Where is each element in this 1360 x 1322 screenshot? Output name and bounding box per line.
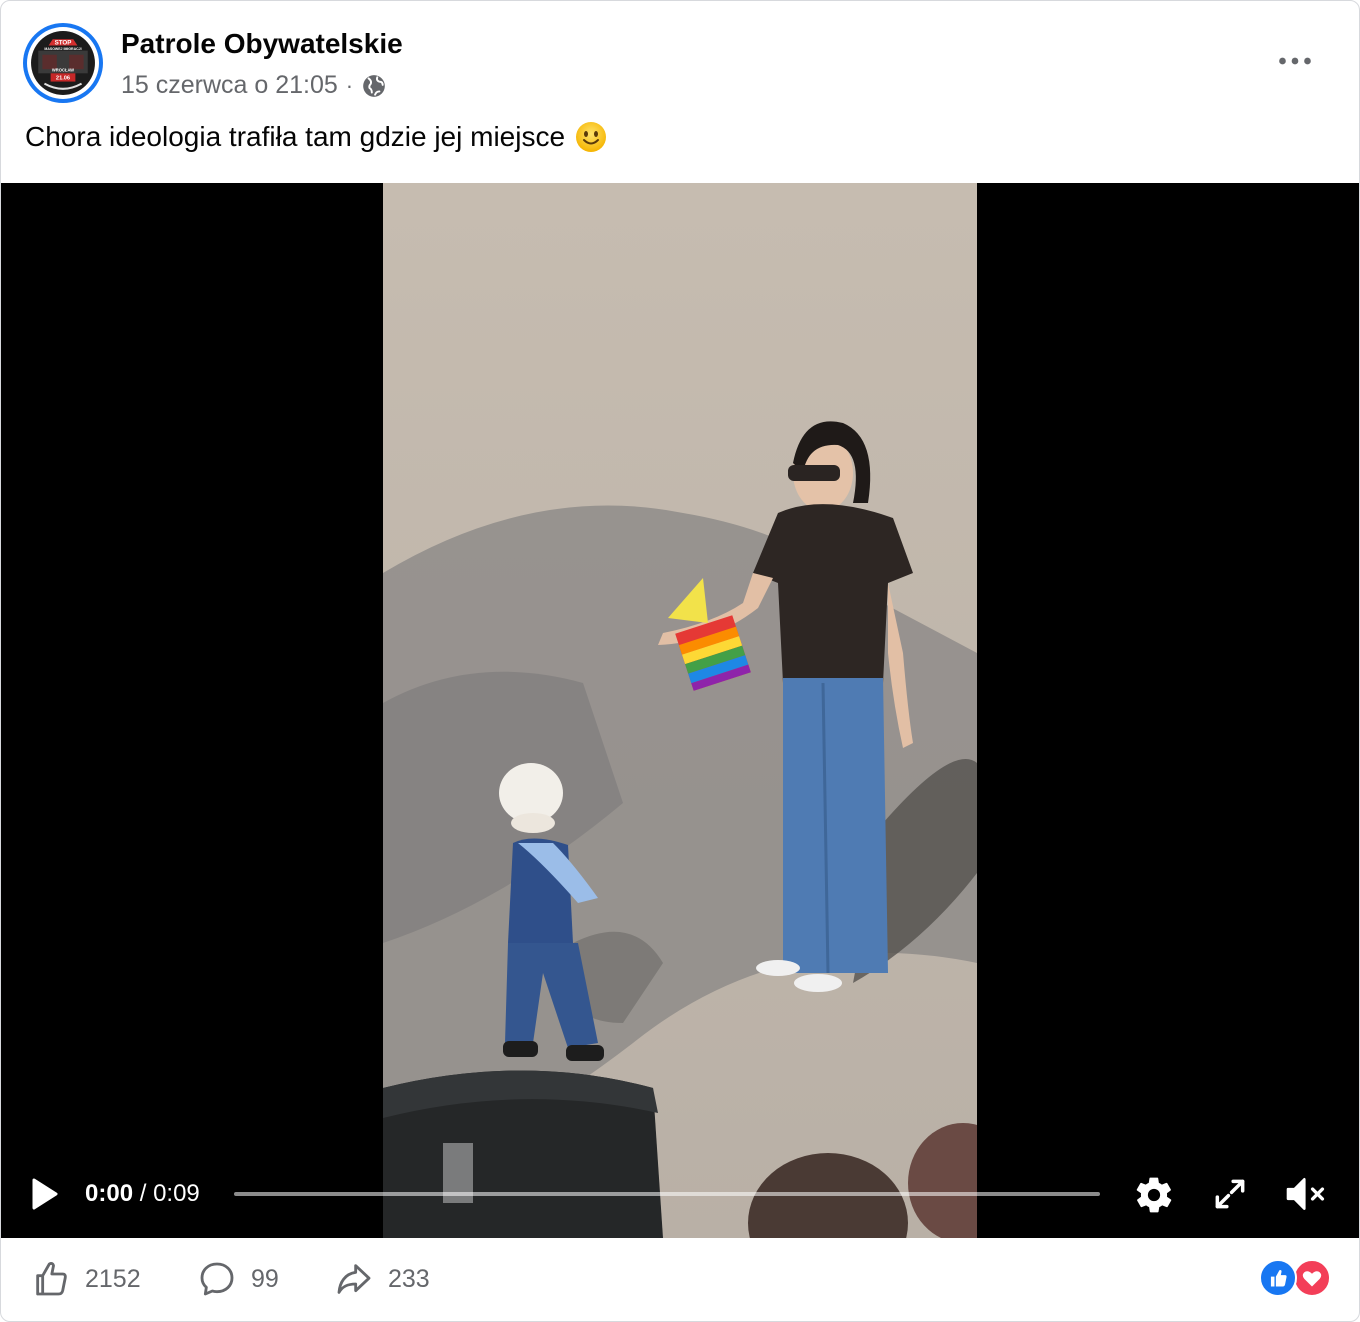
post-message: Chora ideologia trafiła tam gdzie jej mi… (25, 121, 607, 153)
post-header: STOP MASOWEJ IMIGRACJI WROCŁAW 21.06 Pat… (1, 1, 1359, 181)
like-button[interactable]: 2152 (31, 1259, 141, 1299)
video-progress-bar[interactable] (234, 1192, 1100, 1196)
current-time: 0:00 (85, 1180, 134, 1207)
post-message-text: Chora ideologia trafiła tam gdzie jej mi… (25, 121, 566, 152)
thumbs-up-icon (36, 1262, 67, 1296)
fullscreen-icon (1215, 1179, 1245, 1209)
time-separator: / (133, 1180, 154, 1207)
video-player[interactable]: 0:00 / 0:09 (1, 183, 1359, 1238)
post-card: STOP MASOWEJ IMIGRACJI WROCŁAW 21.06 Pat… (0, 0, 1360, 1322)
reactions-summary[interactable] (1259, 1259, 1331, 1297)
page-name-link[interactable]: Patrole Obywatelskie (121, 28, 403, 60)
comment-count: 99 (251, 1264, 279, 1293)
video-controls: 0:00 / 0:09 (1, 1158, 1359, 1238)
avatar-city-text: WROCŁAW (52, 67, 74, 72)
play-icon (32, 1178, 58, 1210)
smiling-face-emoji-icon (575, 121, 607, 153)
post-meta: 15 czerwca o 21:05 · (121, 71, 387, 100)
muted-speaker-icon (1286, 1177, 1325, 1211)
video-time-display: 0:00 / 0:09 (85, 1180, 200, 1208)
love-reaction-icon (1293, 1259, 1331, 1297)
comment-bubble-icon (200, 1262, 234, 1296)
video-frame (383, 183, 977, 1238)
page-avatar[interactable]: STOP MASOWEJ IMIGRACJI WROCŁAW 21.06 (23, 23, 103, 103)
video-settings-button[interactable] (1133, 1174, 1175, 1216)
settings-gear-icon (1136, 1177, 1172, 1213)
share-arrow-icon (337, 1264, 371, 1294)
avatar-logo: STOP MASOWEJ IMIGRACJI WROCŁAW 21.06 (31, 31, 95, 95)
share-button[interactable]: 233 (334, 1259, 430, 1299)
mute-toggle-button[interactable] (1283, 1173, 1329, 1215)
avatar-date-text: 21.06 (56, 76, 70, 82)
avatar-imigracji-text: MASOWEJ IMIGRACJI (44, 47, 81, 51)
share-count: 233 (388, 1264, 430, 1293)
avatar-stop-text: STOP (55, 39, 72, 46)
globe-icon[interactable] (361, 73, 387, 99)
post-footer: 2152 99 233 (1, 1239, 1359, 1321)
ellipsis-icon (1279, 57, 1311, 65)
post-timestamp-link[interactable]: 15 czerwca o 21:05 (121, 71, 338, 100)
more-options-button[interactable] (1275, 43, 1315, 79)
play-button[interactable] (29, 1176, 61, 1212)
comment-button[interactable]: 99 (197, 1259, 279, 1299)
fullscreen-button[interactable] (1211, 1175, 1249, 1213)
like-count: 2152 (85, 1264, 141, 1293)
like-reaction-icon (1259, 1259, 1297, 1297)
video-still-image (383, 183, 977, 1238)
meta-separator: · (345, 72, 354, 98)
duration: 0:09 (153, 1180, 200, 1207)
